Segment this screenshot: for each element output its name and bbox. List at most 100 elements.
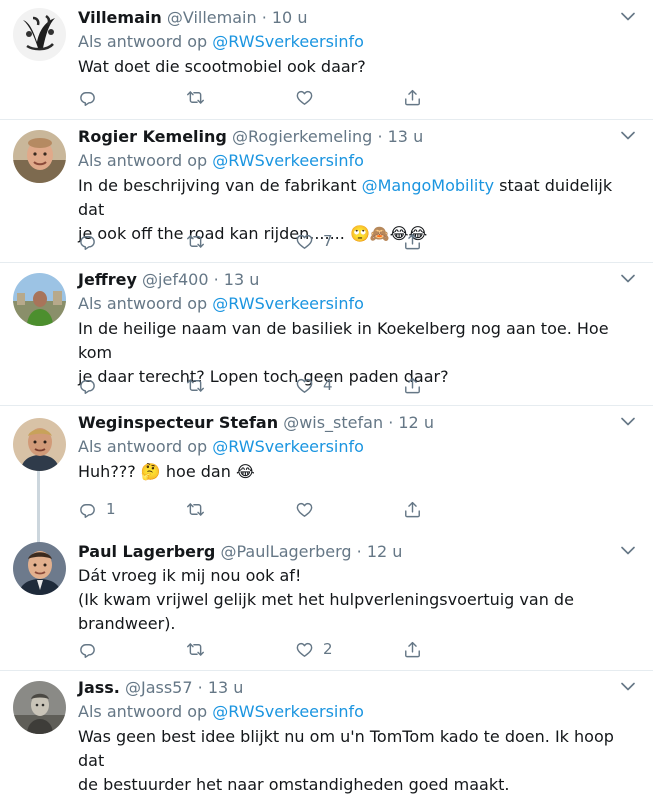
heart-icon	[295, 376, 314, 395]
tweet-text-line: Dát vroeg ik mij nou ook af!	[78, 566, 302, 585]
reply-button[interactable]	[78, 87, 97, 107]
reply-icon	[78, 232, 97, 251]
tweet-paul-lagerberg[interactable]: Paul Lagerberg @PaulLagerberg · 12 u Dát…	[0, 536, 653, 671]
reply-to-mention[interactable]: @RWSverkeersinfo	[212, 294, 364, 313]
display-name[interactable]: Weginspecteur Stefan	[78, 413, 278, 432]
heart-icon	[295, 232, 314, 251]
tweet-content: Jass. @Jass57 · 13 u Als antwoord op @RW…	[78, 676, 617, 797]
avatar[interactable]	[13, 273, 66, 326]
tweet-jass[interactable]: Jass. @Jass57 · 13 u Als antwoord op @RW…	[0, 670, 653, 794]
reply-button[interactable]	[78, 375, 97, 395]
user-handle[interactable]: @jef400	[142, 270, 208, 289]
reply-count: 1	[106, 500, 116, 518]
like-button[interactable]	[295, 87, 314, 107]
tweet-actions: 2	[78, 639, 438, 659]
tweet-rogier-kemeling[interactable]: Rogier Kemeling @Rogierkemeling · 13 u A…	[0, 119, 653, 263]
timestamp[interactable]: 12 u	[367, 542, 403, 561]
reply-button[interactable]: 1	[78, 499, 116, 519]
tweet-jeffrey[interactable]: Jeffrey @jef400 · 13 u Als antwoord op @…	[0, 262, 653, 406]
user-handle[interactable]: @wis_stefan	[283, 413, 383, 432]
reply-button[interactable]	[78, 639, 97, 659]
timestamp[interactable]: 10 u	[272, 8, 308, 27]
thinking-emoji: 🤔	[140, 462, 161, 481]
like-button[interactable]: 2	[295, 639, 333, 659]
retweet-button[interactable]	[186, 639, 205, 659]
avatar[interactable]	[13, 8, 66, 61]
tweet-text-line: brandweer).	[78, 614, 176, 633]
avatar[interactable]	[13, 681, 66, 734]
retweet-button[interactable]	[186, 375, 205, 395]
retweet-button[interactable]	[186, 231, 205, 251]
timestamp[interactable]: 13 u	[208, 678, 244, 697]
reply-icon	[78, 376, 97, 395]
reply-context: Als antwoord op @RWSverkeersinfo	[78, 292, 617, 316]
tweet-content: Villemain @Villemain · 10 u Als antwoord…	[78, 6, 617, 79]
like-count: 2	[323, 640, 333, 658]
reply-feed: Villemain @Villemain · 10 u Als antwoord…	[0, 0, 653, 794]
share-button[interactable]	[403, 87, 422, 107]
tweet-text-line: Wat doet die scootmobiel ook daar?	[78, 57, 366, 76]
timestamp[interactable]: 12 u	[398, 413, 434, 432]
like-button[interactable]: 4	[295, 375, 333, 395]
separator-dot: ·	[261, 8, 267, 27]
user-handle[interactable]: @Villemain	[167, 8, 257, 27]
share-button[interactable]	[403, 499, 422, 519]
reply-prefix: Als antwoord op	[78, 151, 208, 170]
reply-to-mention[interactable]: @RWSverkeersinfo	[212, 32, 364, 51]
tweet-text: Huh??? 🤔 hoe dan 😂	[78, 460, 617, 484]
display-name[interactable]: Jass.	[78, 678, 120, 697]
retweet-button[interactable]	[186, 87, 205, 107]
tweet-weginspecteur-stefan[interactable]: Weginspecteur Stefan @wis_stefan · 12 u …	[0, 405, 653, 543]
like-count: 7	[323, 232, 333, 250]
reply-button[interactable]	[78, 231, 97, 251]
display-name[interactable]: Jeffrey	[78, 270, 137, 289]
avatar[interactable]	[13, 542, 66, 595]
text-segment: Huh???	[78, 462, 141, 481]
retweet-button[interactable]	[186, 499, 205, 519]
tweet-header: Jass. @Jass57 · 13 u	[78, 676, 617, 700]
separator-dot: ·	[377, 127, 383, 146]
chevron-down-icon[interactable]	[621, 682, 635, 692]
display-name[interactable]: Rogier Kemeling	[78, 127, 227, 146]
share-button[interactable]	[403, 231, 422, 251]
tweet-content: Jeffrey @jef400 · 13 u Als antwoord op @…	[78, 268, 617, 389]
reply-prefix: Als antwoord op	[78, 32, 208, 51]
user-handle[interactable]: @Rogierkemeling	[232, 127, 372, 146]
reply-context: Als antwoord op @RWSverkeersinfo	[78, 30, 617, 54]
avatar[interactable]	[13, 130, 66, 183]
chevron-down-icon[interactable]	[621, 546, 635, 556]
like-button[interactable]: 7	[295, 231, 333, 251]
reply-to-mention[interactable]: @RWSverkeersinfo	[212, 702, 364, 721]
timestamp[interactable]: 13 u	[388, 127, 424, 146]
laughing-emoji: 😂	[235, 462, 255, 481]
display-name[interactable]: Paul Lagerberg	[78, 542, 215, 561]
tweet-header: Weginspecteur Stefan @wis_stefan · 12 u	[78, 411, 617, 435]
reply-to-mention[interactable]: @RWSverkeersinfo	[212, 437, 364, 456]
chevron-down-icon[interactable]	[621, 417, 635, 427]
share-button[interactable]	[403, 639, 422, 659]
chevron-down-icon[interactable]	[621, 131, 635, 141]
tweet-villemain[interactable]: Villemain @Villemain · 10 u Als antwoord…	[0, 0, 653, 120]
retweet-icon	[186, 88, 205, 107]
like-button[interactable]	[295, 499, 314, 519]
tweet-header: Paul Lagerberg @PaulLagerberg · 12 u	[78, 540, 617, 564]
user-handle[interactable]: @PaulLagerberg	[220, 542, 351, 561]
chevron-down-icon[interactable]	[621, 274, 635, 284]
reply-to-mention[interactable]: @RWSverkeersinfo	[212, 151, 364, 170]
display-name[interactable]: Villemain	[78, 8, 162, 27]
mention-link[interactable]: @MangoMobility	[362, 176, 495, 195]
avatar[interactable]	[13, 418, 66, 471]
reply-prefix: Als antwoord op	[78, 702, 208, 721]
retweet-icon	[186, 640, 205, 659]
tweet-text: Wat doet die scootmobiel ook daar?	[78, 55, 617, 79]
chevron-down-icon[interactable]	[621, 12, 635, 22]
user-handle[interactable]: @Jass57	[125, 678, 193, 697]
heart-icon	[295, 500, 314, 519]
reply-context: Als antwoord op @RWSverkeersinfo	[78, 700, 617, 724]
timestamp[interactable]: 13 u	[224, 270, 260, 289]
reply-icon	[78, 500, 97, 519]
share-button[interactable]	[403, 375, 422, 395]
share-icon	[403, 88, 422, 107]
share-icon	[403, 500, 422, 519]
tweet-text-line: Was geen best idee blijkt nu om u'n TomT…	[78, 727, 614, 770]
